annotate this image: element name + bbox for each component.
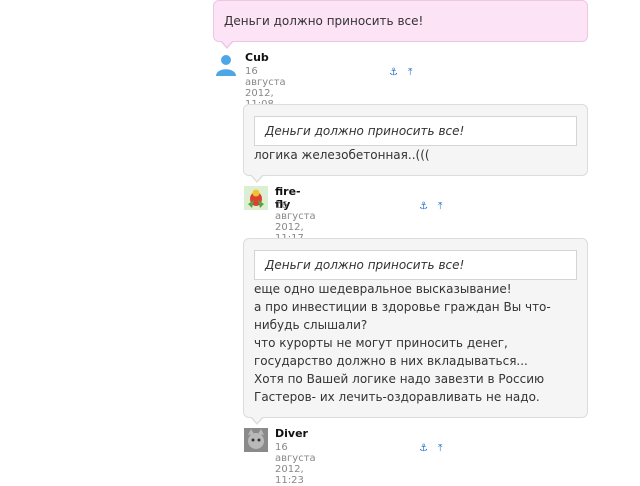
quote-block: Деньги должно приносить все! bbox=[254, 250, 577, 280]
comment-line: нибудь слышали? bbox=[254, 318, 368, 332]
comment-line: Хотя по Вашей логике надо завезти в Росс… bbox=[254, 372, 545, 386]
author-name[interactable]: Cub bbox=[245, 51, 269, 64]
fire-fly-avatar-icon bbox=[244, 186, 268, 210]
comment-line: государство должно в них вкладываться... bbox=[254, 354, 528, 368]
comment-line: еще одно шедевральное высказывание! bbox=[254, 282, 512, 296]
author-name[interactable]: Diver bbox=[275, 427, 308, 440]
diver-avatar-icon bbox=[244, 428, 268, 452]
comment-bubble: Деньги должно приносить все! логика желе… bbox=[243, 104, 588, 176]
quote-block: Деньги должно приносить все! bbox=[254, 116, 577, 146]
comment-bubble: Деньги должно приносить все! bbox=[213, 0, 588, 42]
comment-line: что курорты не могут приносить денег, bbox=[254, 336, 508, 350]
comment-line: Гастеров- их лечить-оздоравливать не над… bbox=[254, 390, 540, 404]
parent-link-icon[interactable]: ⤒ bbox=[438, 443, 442, 454]
comment-text: Деньги должно приносить все! bbox=[224, 14, 424, 28]
anchor-link-icon[interactable]: ⚓ bbox=[419, 443, 428, 454]
avatar bbox=[244, 428, 268, 452]
anchor-link-icon[interactable]: ⚓ bbox=[389, 67, 398, 78]
parent-link-icon[interactable]: ⤒ bbox=[408, 67, 412, 78]
bubble-tail bbox=[250, 416, 264, 425]
comment-date: 16 августа 2012, 11:23 bbox=[275, 442, 316, 486]
comment-bubble: Деньги должно приносить все! еще одно ше… bbox=[243, 238, 588, 418]
comment-line: логика железобетонная..((( bbox=[254, 148, 430, 162]
avatar bbox=[214, 52, 238, 76]
comment-line: а про инвестиции в здоровье граждан Вы ч… bbox=[254, 300, 551, 314]
anchor-link-icon[interactable]: ⚓ bbox=[419, 201, 428, 212]
default-user-icon bbox=[216, 55, 236, 76]
bubble-tail bbox=[250, 174, 264, 183]
parent-link-icon[interactable]: ⤒ bbox=[438, 201, 442, 212]
bubble-tail bbox=[220, 40, 234, 49]
avatar bbox=[244, 186, 268, 210]
